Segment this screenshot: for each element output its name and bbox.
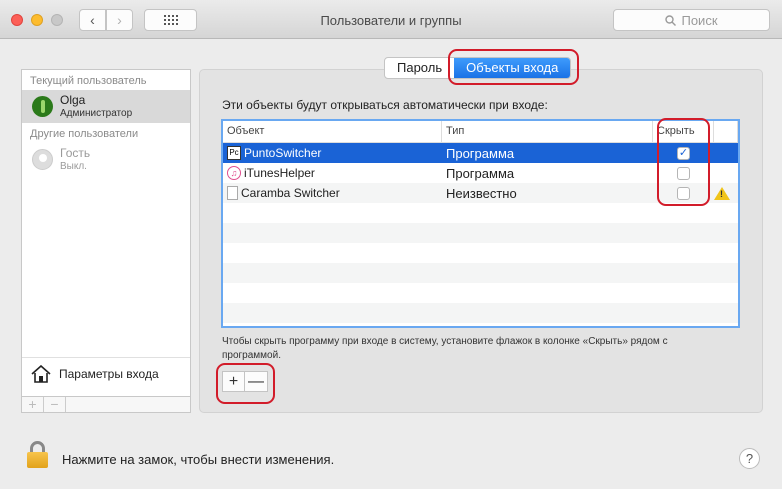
item-name: PuntoSwitcher: [244, 146, 322, 160]
punto-switcher-icon: Pс: [227, 146, 241, 160]
current-user-header: Текущий пользователь: [30, 75, 147, 87]
add-user-button[interactable]: +: [22, 397, 44, 412]
user-name: Olga: [60, 92, 86, 107]
login-options-item[interactable]: Параметры входа: [22, 357, 190, 389]
guest-name: Гость: [60, 145, 91, 160]
title-bar: ‹ › Пользователи и группы Поиск: [0, 0, 782, 39]
login-items-description: Эти объекты будут открываться автоматиче…: [222, 98, 548, 112]
item-name: Caramba Switcher: [241, 186, 340, 200]
empty-row: [223, 303, 738, 323]
status-cell: [714, 143, 738, 163]
remove-user-button[interactable]: −: [44, 397, 66, 412]
user-olga[interactable]: Olga Администратор: [22, 90, 190, 123]
empty-row: [223, 283, 738, 303]
hide-column-highlight-annotation: [657, 118, 710, 206]
itunes-icon: ♫: [227, 166, 241, 180]
sidebar-controls: + −: [21, 396, 191, 413]
add-remove-highlight-annotation: [216, 363, 275, 404]
lock-icon[interactable]: [27, 441, 48, 468]
document-icon: [227, 186, 238, 200]
other-users-header: Другие пользователи: [30, 128, 139, 140]
column-type[interactable]: Тип: [442, 121, 653, 142]
guest-status: Выкл.: [60, 160, 87, 172]
item-type: Неизвестно: [446, 185, 517, 201]
warning-icon[interactable]: !: [714, 186, 730, 200]
home-icon: [31, 364, 51, 383]
status-cell: !: [714, 183, 738, 203]
search-icon: [665, 14, 677, 26]
item-name: iTunesHelper: [244, 166, 315, 180]
item-cell: ♫ iTunesHelper: [223, 163, 442, 183]
users-sidebar: Текущий пользователь Olga Администратор …: [21, 69, 191, 413]
empty-row: [223, 243, 738, 263]
item-cell: Pс PuntoSwitcher: [223, 143, 442, 163]
search-placeholder: Поиск: [681, 12, 718, 28]
user-role: Администратор: [60, 107, 133, 119]
item-type: Программа: [446, 165, 515, 181]
leaf-icon: [40, 100, 45, 113]
column-status: [714, 121, 738, 142]
item-type: Программа: [446, 145, 515, 161]
tab-highlight-annotation: [448, 49, 579, 85]
hide-hint-text: Чтобы скрыть программу при входе в систе…: [222, 336, 668, 361]
guest-avatar-icon: [32, 149, 53, 170]
avatar: [32, 96, 53, 117]
tab-password[interactable]: Пароль: [385, 58, 454, 78]
user-guest[interactable]: Гость Выкл.: [22, 143, 190, 176]
item-cell: Caramba Switcher: [223, 183, 442, 203]
help-button[interactable]: ?: [739, 448, 760, 469]
column-item[interactable]: Объект: [223, 121, 442, 142]
empty-row: [223, 203, 738, 223]
lock-message: Нажмите на замок, чтобы внести изменения…: [62, 452, 335, 467]
empty-row: [223, 263, 738, 283]
login-options-label: Параметры входа: [59, 366, 159, 381]
empty-row: [223, 223, 738, 243]
status-cell: [714, 163, 738, 183]
search-field[interactable]: Поиск: [613, 9, 770, 31]
